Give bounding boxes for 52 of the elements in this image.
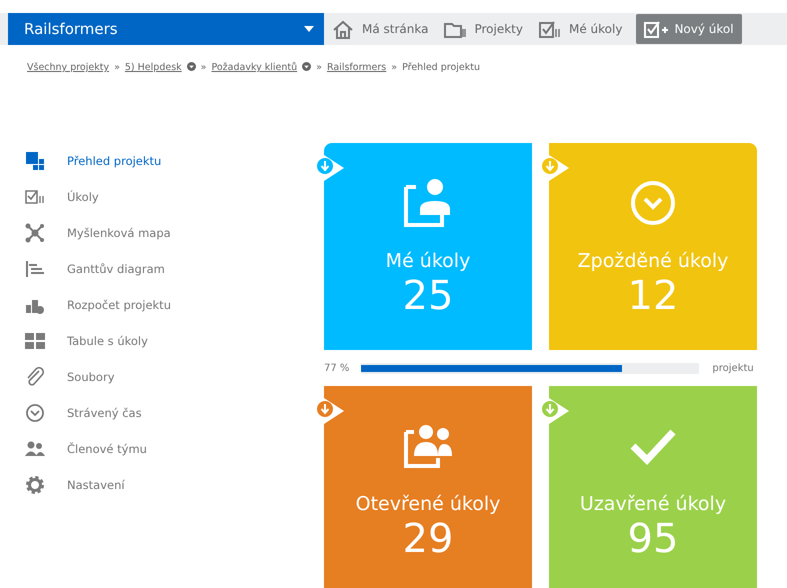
tile-label: Uzavřené úkoly: [580, 492, 726, 518]
nav-link[interactable]: Projekty: [436, 13, 531, 45]
sidebar-item[interactable]: Úkoly: [25, 179, 99, 216]
breadcrumb-link[interactable]: Požadavky klientů: [211, 61, 312, 76]
brand-title[interactable]: Railsformers: [24, 18, 118, 40]
nav-link[interactable]: Mé úkoly: [530, 13, 630, 45]
flag-icon: [541, 398, 569, 424]
stat-tile[interactable]: Otevřené úkoly 29: [324, 386, 532, 588]
paperclip-icon: [25, 367, 45, 388]
nav-link[interactable]: Má stránka: [324, 13, 436, 45]
sidebar-item[interactable]: Strávený čas: [25, 395, 142, 432]
nav-link[interactable]: Nový úkol: [636, 14, 742, 44]
sidebar-item[interactable]: Rozpočet projektu: [25, 287, 171, 324]
sidebar-item[interactable]: Nastavení: [25, 467, 125, 504]
tile-count: 95: [628, 518, 678, 559]
sidebar-item[interactable]: Ganttův diagram: [25, 251, 165, 288]
breadcrumb-current: Přehled projektu: [402, 61, 480, 75]
breadcrumb-separator: »: [200, 61, 206, 75]
progress-label: projektu: [712, 362, 754, 376]
sidebar-item[interactable]: Přehled projektu: [25, 143, 162, 180]
overview-icon: [25, 151, 45, 172]
tile-count: 12: [628, 276, 678, 316]
breadcrumb-link[interactable]: 5) Helpdesk: [124, 61, 196, 76]
breadcrumb-link[interactable]: Railsformers: [326, 61, 386, 76]
flag-icon: [316, 155, 344, 182]
tile-count: 29: [402, 518, 454, 559]
breadcrumb-separator: »: [316, 61, 322, 75]
tile-label: Zpožděné úkoly: [578, 249, 728, 274]
caret-icon[interactable]: [304, 26, 314, 32]
clock-icon: [25, 403, 45, 424]
dropdown-icon: [302, 62, 312, 71]
tile-label: Otevřené úkoly: [356, 492, 500, 518]
gantt-icon: [25, 259, 45, 280]
sidebar-item[interactable]: Myšlenková mapa: [25, 215, 171, 252]
tile-count: 25: [402, 276, 454, 316]
dropdown-icon: [186, 62, 196, 71]
sidebar-item[interactable]: Členové týmu: [25, 431, 147, 468]
new-task-icon: [644, 19, 668, 39]
breadcrumb-separator: »: [391, 61, 398, 75]
board-icon: [25, 331, 45, 352]
sidebar-item[interactable]: Tabule s úkoly: [25, 323, 148, 360]
breadcrumb-separator: »: [114, 61, 120, 75]
checklist-icon: [538, 19, 563, 39]
progress-reading: 77 %: [324, 362, 350, 376]
sidebar-item[interactable]: Soubory: [25, 359, 114, 396]
tile-label: Mé úkoly: [386, 249, 470, 274]
breadcrumb-link[interactable]: Všechny projekty: [27, 61, 110, 76]
flag-icon: [541, 155, 569, 182]
mindmap-icon: [25, 223, 45, 244]
brand-bar[interactable]: Railsformers: [8, 13, 324, 45]
flag-icon: [316, 398, 344, 424]
settings-icon: [25, 475, 45, 496]
